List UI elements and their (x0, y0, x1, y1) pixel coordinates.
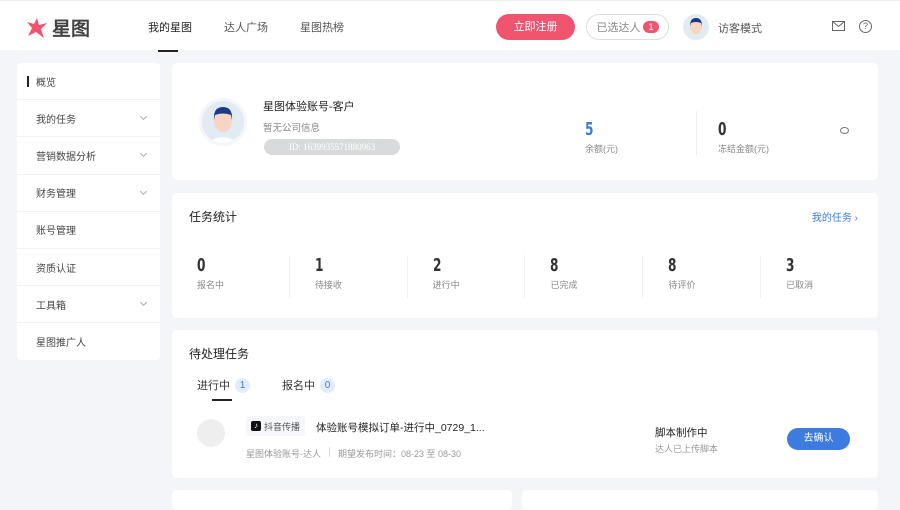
task-stats-card: 任务统计 我的任务 › 0 报名中 1 待接收 2 进行中 8 已完成 8 待评价 3 已取… (172, 193, 878, 318)
selected-label: 已选达人 (596, 22, 641, 34)
stat-value: 1 (314, 255, 324, 276)
mail-icon[interactable] (832, 21, 845, 31)
tab-signing-up[interactable]: 报名中 0 (282, 377, 335, 393)
logo-text: 星图 (52, 19, 91, 40)
stat-label: 待接收 (314, 280, 342, 290)
stat-signing-up[interactable]: 0 报名中 (172, 255, 289, 298)
pending-tabs: 进行中 1 报名中 0 (197, 377, 335, 401)
divider (329, 447, 330, 457)
top-header: 星图 我的星图 达人广场 星图热榜 立即注册 已选达人 1 访客模式 ? (0, 0, 900, 52)
stat-completed[interactable]: 8 已完成 (524, 255, 642, 298)
platform-label: 抖音传播 (264, 421, 301, 432)
account-name: 星图体验账号-客户 (263, 101, 355, 113)
divider (696, 111, 697, 155)
stat-label: 已取消 (786, 280, 814, 290)
stat-label: 报名中 (197, 280, 225, 290)
bottom-card-left (172, 490, 512, 510)
register-button[interactable]: 立即注册 (496, 14, 575, 40)
sidebar-item-label: 资质认证 (36, 263, 76, 275)
frozen-value: 0 (718, 119, 727, 140)
main-nav: 我的星图 达人广场 星图热榜 (148, 19, 344, 52)
stat-label: 已完成 (550, 280, 578, 290)
task-status: 脚本制作中 (655, 427, 708, 439)
tab-label: 进行中 (197, 380, 230, 392)
sidebar-item-label: 概览 (36, 77, 56, 89)
sidebar-item-label: 我的任务 (36, 114, 76, 126)
balance-value: 5 (585, 119, 594, 140)
stat-value: 2 (432, 255, 442, 276)
account-id: ID: 1639935571880963 (264, 139, 400, 155)
stat-in-progress[interactable]: 2 进行中 (406, 255, 525, 298)
eye-icon[interactable] (840, 127, 849, 134)
pending-tasks-title: 待处理任务 (189, 347, 250, 361)
tab-label: 报名中 (282, 380, 315, 392)
stat-value: 3 (786, 255, 795, 276)
stat-pending-accept[interactable]: 1 待接收 (288, 255, 407, 298)
frozen-amount: 0 冻结金额(元) (718, 119, 769, 155)
sidebar-item-promoter[interactable]: 星图推广人 (17, 323, 160, 360)
nav-creator-square[interactable]: 达人广场 (224, 19, 268, 35)
tab-count: 1 (235, 377, 250, 393)
stats-row: 0 报名中 1 待接收 2 进行中 8 已完成 8 待评价 3 已取消 (172, 255, 878, 298)
avatar-icon (690, 18, 702, 34)
sidebar-item-label: 营销数据分析 (36, 151, 96, 163)
chevron-right-icon: › (854, 213, 858, 224)
logo[interactable]: 星图 (26, 14, 90, 41)
stat-value: 8 (550, 255, 559, 276)
balance-label: 余额(元) (585, 144, 618, 154)
balance: 5 余额(元) (585, 119, 618, 155)
chevron-down-icon (139, 299, 148, 307)
task-name[interactable]: 体验账号模拟订单-进行中_0729_1... (316, 420, 485, 435)
task-stats-title: 任务统计 (189, 210, 238, 224)
user-avatar[interactable] (683, 14, 709, 40)
sidebar-item-label: 星图推广人 (36, 338, 86, 350)
pending-tasks-card: 待处理任务 进行中 1 报名中 0 ♪ 抖音传播 体验账号模拟订单-进行中_0729_… (172, 330, 878, 478)
sidebar-item-finance[interactable]: 财务管理 (17, 175, 160, 212)
account-avatar (199, 98, 247, 146)
company-info: 暂无公司信息 (263, 123, 321, 134)
account-card: 星图体验账号-客户 暂无公司信息 ID: 1639935571880963 5 余… (172, 63, 878, 180)
chevron-down-icon (139, 113, 148, 121)
visitor-mode[interactable]: 访客模式 (718, 20, 762, 36)
sidebar-item-certification[interactable]: 资质认证 (17, 249, 160, 287)
selected-count-badge: 1 (643, 21, 659, 33)
sidebar-item-my-tasks[interactable]: 我的任务 (17, 100, 160, 138)
task-date: 期望发布时间：08-23 至 08-30 (338, 449, 462, 459)
sidebar: 概览 我的任务 营销数据分析 财务管理 账号管理 资质认证 工具箱 星图推广人 (17, 63, 160, 360)
sidebar-item-marketing-analysis[interactable]: 营销数据分析 (17, 137, 160, 175)
sidebar-item-overview[interactable]: 概览 (17, 63, 160, 101)
nav-my-xingtu[interactable]: 我的星图 (148, 19, 192, 52)
stat-cancelled[interactable]: 3 已取消 (760, 255, 878, 298)
stat-pending-review[interactable]: 8 待评价 (642, 255, 760, 298)
stat-label: 待评价 (668, 280, 696, 290)
selected-creators-button[interactable]: 已选达人 1 (586, 14, 669, 40)
tab-in-progress[interactable]: 进行中 1 (197, 377, 250, 401)
chevron-down-icon (139, 150, 148, 158)
star-logo-icon (27, 17, 47, 38)
avatar-icon (208, 107, 238, 143)
douyin-icon: ♪ (251, 421, 261, 431)
sidebar-item-account[interactable]: 账号管理 (17, 212, 160, 249)
platform-tag: ♪ 抖音传播 (246, 416, 306, 436)
chevron-down-icon (139, 187, 148, 195)
stat-label: 进行中 (432, 280, 460, 290)
nav-hot-list[interactable]: 星图热榜 (300, 19, 344, 35)
frozen-label: 冻结金额(元) (718, 144, 769, 154)
task-account: 星图体验账号-达人 (246, 449, 321, 459)
tab-count: 0 (320, 377, 335, 393)
task-meta: 星图体验账号-达人 期望发布时间：08-23 至 08-30 (246, 447, 461, 460)
stat-value: 0 (197, 255, 206, 276)
my-tasks-link-label: 我的任务 (811, 213, 852, 224)
my-tasks-link[interactable]: 我的任务 › (812, 209, 858, 224)
stat-value: 8 (668, 255, 677, 276)
sidebar-item-label: 账号管理 (36, 226, 76, 238)
sidebar-item-label: 财务管理 (36, 189, 76, 201)
task-status-sub: 达人已上传脚本 (655, 444, 719, 454)
help-icon[interactable]: ? (859, 20, 872, 33)
bottom-card-right (522, 490, 878, 510)
confirm-button[interactable]: 去确认 (787, 428, 850, 450)
sidebar-item-toolbox[interactable]: 工具箱 (17, 286, 160, 324)
creator-avatar (197, 419, 225, 447)
sidebar-item-label: 工具箱 (36, 300, 66, 312)
